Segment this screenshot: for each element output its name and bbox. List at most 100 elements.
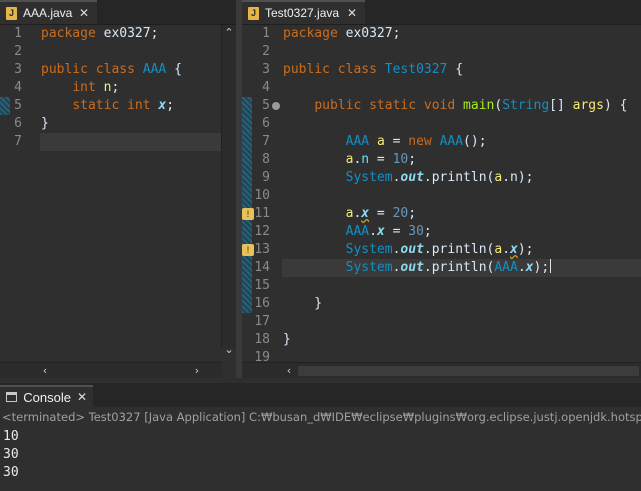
code-line[interactable]: 12 AAA.x = 30;: [242, 223, 641, 241]
console-status: <terminated> Test0327 [Java Application]…: [2, 410, 641, 424]
console-output[interactable]: 10 30 30: [3, 428, 19, 482]
line-number: 18: [254, 332, 270, 347]
scroll-right-icon[interactable]: ›: [190, 364, 204, 378]
code-text: package ex0327;: [41, 26, 159, 41]
code-line[interactable]: 7: [0, 133, 236, 151]
code-line[interactable]: 1 package ex0327;: [0, 25, 236, 43]
console-tab-label: Console: [23, 389, 71, 405]
editor-aaa-java[interactable]: J AAA.java ✕ 1 package ex0327; 2 3 public cl…: [0, 0, 236, 378]
code-line[interactable]: 7 AAA a = new AAA();: [242, 133, 641, 151]
line-number: 1: [262, 26, 270, 41]
code-line[interactable]: 5 static int x;: [0, 97, 236, 115]
line-number: 6: [262, 116, 270, 131]
code-text: System.out.println(a.n);: [345, 170, 534, 185]
code-line[interactable]: 10: [242, 187, 641, 205]
code-text: a.n = 10;: [345, 152, 417, 167]
code-line[interactable]: 18}: [242, 331, 641, 349]
code-text: AAA a = new AAA();: [345, 134, 487, 149]
warning-icon[interactable]: !: [242, 208, 254, 220]
code-line[interactable]: 14 System.out.println(AAA.x);: [242, 259, 641, 277]
console-output-line: 10: [3, 429, 19, 444]
code-text: static int x;: [72, 98, 175, 113]
code-area[interactable]: 1 package ex0327; 2 3 public class Test0327 …: [242, 25, 641, 378]
line-number: 2: [262, 44, 270, 59]
code-text: a.x = 20;: [345, 206, 417, 221]
code-area[interactable]: 1 package ex0327; 2 3 public class AAA { 4 in…: [0, 25, 236, 378]
java-file-icon: J: [248, 6, 259, 20]
tab-label: Test0327.java: [265, 6, 340, 20]
code-line[interactable]: 8 a.n = 10;: [242, 151, 641, 169]
line-number: 1: [14, 26, 22, 41]
code-line[interactable]: 5 public static void main(String[] args)…: [242, 97, 641, 115]
scroll-left-icon[interactable]: ‹: [282, 364, 296, 378]
code-line[interactable]: 1 package ex0327;: [242, 25, 641, 43]
code-line[interactable]: 2: [242, 43, 641, 61]
line-number: 4: [14, 80, 22, 95]
line-number: 3: [14, 62, 22, 77]
code-text: }: [41, 116, 49, 131]
code-text: AAA.x = 30;: [345, 224, 432, 239]
line-number: 13: [254, 242, 270, 257]
tab-aaa-java[interactable]: J AAA.java ✕: [0, 0, 97, 24]
code-text: package ex0327;: [283, 26, 401, 41]
line-number: 10: [254, 188, 270, 203]
scroll-up-icon[interactable]: ⌃: [222, 26, 236, 40]
line-number: 7: [14, 134, 22, 149]
scroll-down-icon[interactable]: ⌄: [222, 343, 236, 357]
java-file-icon: J: [6, 6, 17, 20]
line-number: 15: [254, 278, 270, 293]
fold-collapse-icon[interactable]: [272, 102, 280, 110]
console-tabbar: Console ✕: [0, 383, 641, 407]
code-line[interactable]: 15: [242, 277, 641, 295]
code-line[interactable]: 17: [242, 313, 641, 331]
close-icon[interactable]: ✕: [79, 6, 89, 20]
code-line[interactable]: 2: [0, 43, 236, 61]
close-icon[interactable]: ✕: [77, 390, 87, 404]
console-icon: [6, 392, 18, 402]
code-line[interactable]: 6: [242, 115, 641, 133]
vertical-scrollbar[interactable]: ⌃ ⌄: [221, 25, 236, 356]
text-caret: [550, 259, 552, 273]
line-number: 9: [262, 170, 270, 185]
line-number: 3: [262, 62, 270, 77]
tab-console[interactable]: Console ✕: [0, 385, 93, 407]
code-line[interactable]: 16 }: [242, 295, 641, 313]
code-text: System.out.println(a.x);: [345, 242, 534, 257]
line-number: 14: [254, 260, 270, 275]
console-output-line: 30: [3, 465, 19, 480]
line-number: 16: [254, 296, 270, 311]
code-text: }: [283, 296, 323, 311]
editor-tabbar: J Test0327.java ✕: [242, 0, 641, 25]
console-view: Console ✕ <terminated> Test0327 [Java Ap…: [0, 383, 641, 491]
line-number: 4: [262, 80, 270, 95]
scrollbar-thumb[interactable]: [298, 366, 639, 376]
code-line[interactable]: 3 public class AAA {: [0, 61, 236, 79]
code-line[interactable]: 11 a.x = 20;: [242, 205, 641, 223]
code-text: public class Test0327 {: [283, 62, 464, 77]
warning-icon[interactable]: !: [242, 244, 254, 256]
code-line[interactable]: 6}: [0, 115, 236, 133]
line-number: 12: [254, 224, 270, 239]
line-number: 8: [262, 152, 270, 167]
line-number: 7: [262, 134, 270, 149]
code-text: System.out.println(AAA.x);: [345, 259, 552, 275]
code-text: }: [283, 332, 291, 347]
code-line[interactable]: 4: [242, 79, 641, 97]
code-line[interactable]: 3 public class Test0327 {: [242, 61, 641, 79]
horizontal-scrollbar[interactable]: ‹ ›: [0, 362, 222, 378]
scroll-corner: [222, 362, 236, 378]
line-number: 6: [14, 116, 22, 131]
tab-label: AAA.java: [23, 6, 73, 20]
editor-test0327-java[interactable]: J Test0327.java ✕ 1 package ex0327; 2 3 publ…: [242, 0, 641, 378]
code-text: public static void main(String[] args) {: [314, 98, 628, 113]
tab-test0327-java[interactable]: J Test0327.java ✕: [242, 0, 365, 24]
code-line[interactable]: 4 int n;: [0, 79, 236, 97]
editor-tabbar: J AAA.java ✕: [0, 0, 236, 25]
close-icon[interactable]: ✕: [347, 6, 357, 20]
code-line[interactable]: 9 System.out.println(a.n);: [242, 169, 641, 187]
code-line[interactable]: 13 System.out.println(a.x);: [242, 241, 641, 259]
code-text: public class AAA {: [41, 62, 182, 77]
line-number: 5: [262, 98, 270, 113]
horizontal-scrollbar[interactable]: ‹: [242, 362, 641, 378]
scroll-left-icon[interactable]: ‹: [38, 364, 52, 378]
